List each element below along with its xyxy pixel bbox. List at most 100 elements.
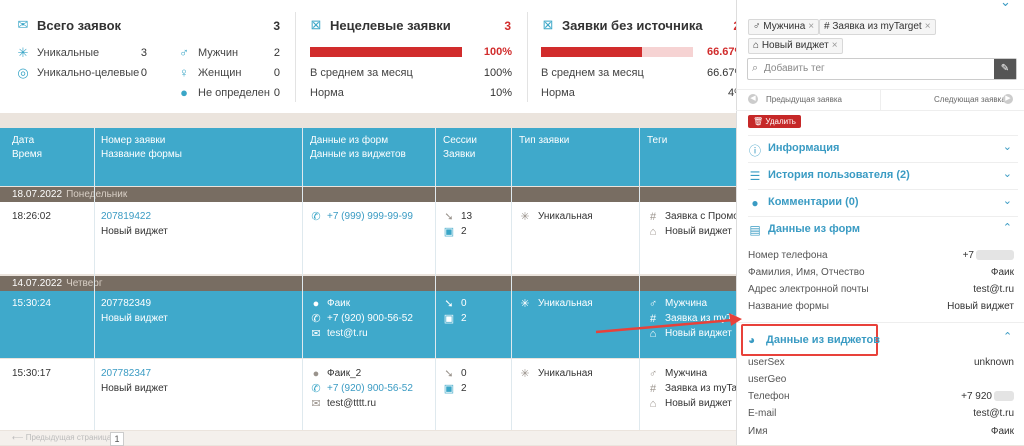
row-number-link[interactable]: 207782349: [101, 297, 151, 311]
tag-chip[interactable]: ♂ Мужчина ×: [748, 19, 820, 35]
section-history[interactable]: ☰ История пользователя (2) ⌄: [748, 162, 1018, 189]
total-value: 3: [273, 19, 280, 33]
annotation-arrow: [595, 313, 742, 334]
row-form: Новый виджет: [101, 313, 168, 324]
col-number[interactable]: Номер заявки Название формы: [101, 134, 182, 162]
pager: ⟵ Предыдущая страница 1: [0, 431, 736, 446]
row-time: 15:30:17: [12, 368, 51, 379]
row-type: Уникальная: [538, 298, 593, 309]
next-request-link[interactable]: Следующая заявка: [934, 95, 1006, 104]
table-row[interactable]: 18:26:02 207819422 Новый виджет ✆ +7 (99…: [0, 202, 748, 274]
row-number-link[interactable]: 207782347: [101, 367, 151, 381]
comment-icon: ●: [751, 196, 759, 210]
section-info[interactable]: ⓘ Информация ⌄: [748, 135, 1018, 162]
page-1-button[interactable]: 1: [110, 432, 124, 446]
tag-add-icon[interactable]: ✎: [994, 59, 1016, 79]
undefined-label: Не определен: [198, 87, 270, 99]
col-date[interactable]: Дата Время: [12, 134, 42, 162]
row-phone[interactable]: +7 (920) 900-56-52: [327, 312, 413, 326]
stats-divider: [295, 12, 296, 102]
row-phone[interactable]: +7 (999) 999-99-99: [327, 210, 413, 224]
unique-label: Уникальные: [37, 47, 100, 59]
column-divider: [511, 128, 512, 430]
asterisk-icon: ✳: [17, 45, 29, 60]
nosource-title: Заявки без источника: [562, 18, 703, 33]
column-divider: [94, 128, 95, 430]
phone-icon: ✆: [311, 211, 321, 223]
tag-chip[interactable]: ⌂ Новый виджет ×: [748, 38, 843, 54]
row-tag: Мужчина: [665, 368, 708, 379]
form-field-row: Адрес электронной почты test@t.ru: [748, 284, 1014, 295]
chevron-down-icon[interactable]: ⌄: [1000, 0, 1011, 10]
row-number-link[interactable]: 207819422: [101, 210, 151, 224]
unique-value: 3: [140, 47, 147, 59]
row-phone[interactable]: +7 (920) 900-56-52: [327, 382, 413, 396]
inbox-icon: ▣: [443, 383, 455, 395]
phone-icon: ✆: [311, 383, 321, 395]
date-group-row: 14.07.2022 Четверг: [0, 276, 736, 291]
total-title: Всего заявок: [37, 18, 122, 33]
prev-page-link[interactable]: ⟵ Предыдущая страница: [12, 433, 111, 442]
tray-x-icon: ⊠: [542, 17, 554, 32]
row-email[interactable]: test@tttt.ru: [327, 397, 376, 411]
form-field-row: Фамилия, Имя, Отчество Фаик: [748, 267, 1014, 278]
col-tags[interactable]: Теги: [647, 134, 667, 148]
row-sessions: 13: [461, 211, 473, 222]
row-sessions: 0: [461, 368, 467, 379]
table-row[interactable]: 15:30:17 207782347 Новый виджет ● Фаик_2…: [0, 359, 754, 430]
col-type[interactable]: Тип заявки: [519, 134, 569, 148]
tag-chip[interactable]: # Заявка из myTarget ×: [819, 19, 936, 35]
column-divider: [639, 128, 640, 430]
home-icon: ⌂: [649, 398, 657, 410]
widget-field-row: Телефон +7 920: [748, 389, 1014, 405]
cursor-icon: ➘: [444, 368, 454, 380]
chevron-down-icon: ⌄: [1002, 195, 1012, 207]
inbox-icon: ▣: [443, 226, 455, 238]
chevron-down-icon: ⌄: [1002, 141, 1012, 153]
row-time: 15:30:24: [12, 298, 51, 309]
row-email[interactable]: test@t.ru: [327, 327, 368, 341]
user-icon: ●: [312, 368, 320, 380]
row-type: Уникальная: [538, 368, 593, 379]
women-label: Женщин: [198, 67, 242, 79]
user-icon: ●: [180, 85, 188, 100]
info-icon: ⓘ: [748, 144, 761, 158]
women-value: 0: [273, 67, 280, 79]
section-widget-data[interactable]: ◕ Данные из виджетов: [741, 324, 880, 356]
prev-request-link[interactable]: Предыдущая заявка: [766, 95, 842, 104]
user-icon: ●: [312, 298, 320, 310]
cursor-icon: ➘: [444, 211, 454, 223]
close-icon: ×: [808, 21, 815, 32]
male-icon: ♂: [648, 298, 658, 310]
tray-x-icon: ⊠: [310, 17, 322, 32]
chevron-up-icon[interactable]: ⌃: [1003, 330, 1012, 343]
widget-field-row: E-mail test@t.ru: [748, 408, 1014, 419]
hash-icon: #: [649, 383, 657, 395]
hash-icon: #: [649, 211, 657, 223]
prev-icon[interactable]: ◀: [748, 94, 758, 104]
email-icon: ✉: [311, 398, 321, 410]
col-sessions[interactable]: Сессии Заявки: [443, 134, 477, 162]
section-form-data[interactable]: ▤ Данные из форм ⌃: [748, 216, 1018, 243]
add-tag-input[interactable]: Добавить тег: [764, 63, 825, 74]
row-form: Новый виджет: [101, 226, 168, 237]
widget-field-row: Имя Фаик: [748, 426, 1014, 437]
asterisk-icon: ✳: [520, 211, 530, 223]
row-name: Фаик: [327, 298, 351, 309]
next-icon[interactable]: ▶: [1003, 94, 1013, 104]
column-divider: [302, 128, 303, 430]
col-form-data[interactable]: Данные из форм Данные из виджетов: [310, 134, 406, 162]
nontarget-avg-value: 100%: [483, 67, 512, 79]
nontarget-percent: 100%: [483, 46, 512, 58]
female-icon: ♀: [179, 65, 189, 80]
nontarget-progress-bar: [310, 47, 462, 57]
row-sessions: 0: [461, 298, 467, 309]
section-comments[interactable]: ● Комментарии (0) ⌄: [748, 189, 1018, 216]
add-tag-field[interactable]: ⌕ Добавить тег ✎: [747, 58, 1017, 80]
nosource-avg-label: В среднем за месяц: [541, 67, 644, 79]
delete-button[interactable]: 🗑 Удалить: [748, 115, 801, 128]
row-form: Новый виджет: [101, 383, 168, 394]
chevron-down-icon: ⌄: [1002, 168, 1012, 180]
row-type: Уникальная: [538, 211, 593, 222]
form-field-row: Название формы Новый виджет: [748, 301, 1014, 312]
